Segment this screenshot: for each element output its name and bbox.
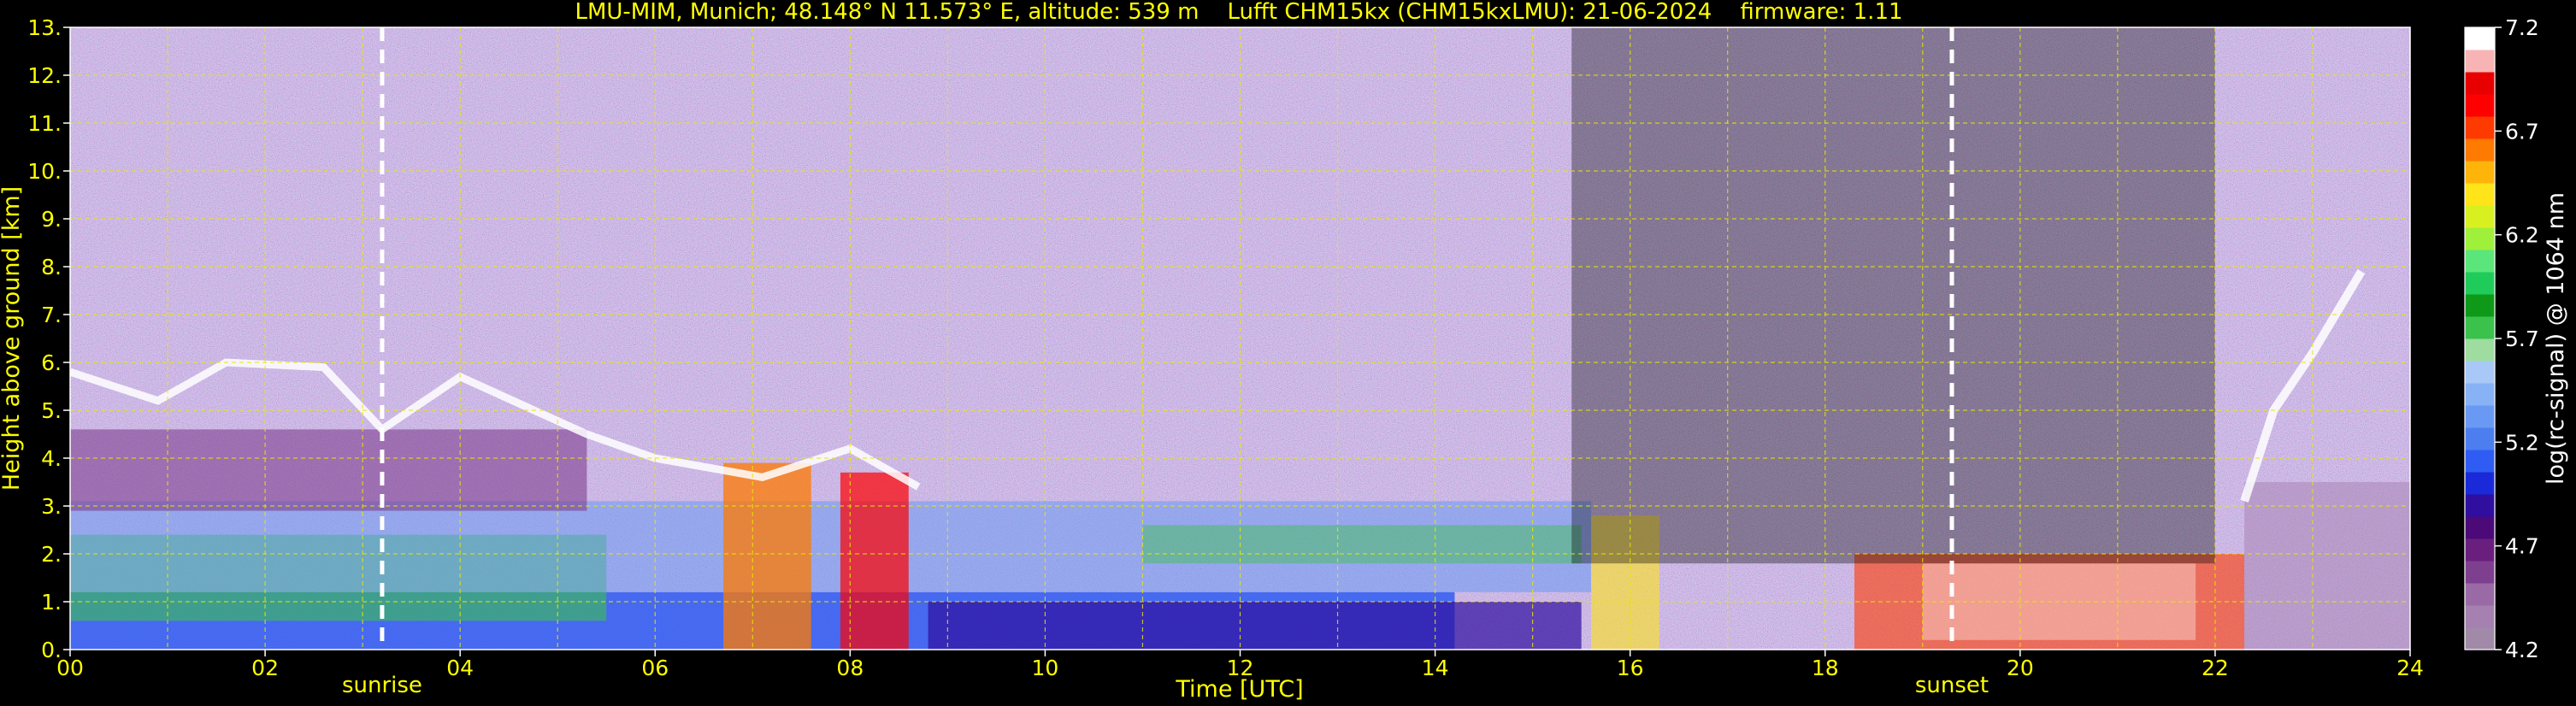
y-tick-label: 6. — [41, 350, 62, 375]
y-tick-label: 9. — [41, 207, 62, 232]
colorbar-segment — [2465, 538, 2495, 562]
colorbar-tick-label: 4.2 — [2505, 638, 2539, 662]
colorbar-segment — [2465, 494, 2495, 517]
colorbar-segment — [2465, 583, 2495, 606]
colorbar-segment — [2465, 338, 2495, 362]
x-tick-label: 14 — [1422, 656, 1449, 680]
colorbar-segment — [2465, 605, 2495, 628]
plot-area — [69, 26, 2411, 650]
x-axis-label: Time [UTC] — [1175, 676, 1303, 703]
chart-title: LMU-MIM, Munich; 48.148° N 11.573° E, al… — [575, 0, 1902, 25]
y-axis-label: Height above ground [km] — [0, 186, 25, 491]
colorbar-segment — [2465, 72, 2495, 95]
colorbar-segment — [2465, 561, 2495, 584]
colorbar-segment — [2465, 205, 2495, 228]
signal-band-6 — [723, 462, 811, 650]
x-tick-label: 02 — [251, 656, 279, 680]
colorbar-label: log(rc-signal) @ 1064 nm — [2543, 192, 2569, 485]
y-tick-label: 10. — [27, 159, 62, 184]
y-tick-label: 12. — [27, 63, 62, 88]
colorbar-segment — [2465, 627, 2495, 650]
x-tick-label: 22 — [2202, 656, 2229, 680]
colorbar-segment — [2465, 227, 2495, 250]
colorbar-segment — [2465, 450, 2495, 473]
signal-band-12 — [1571, 27, 2215, 564]
y-tick-label: 13. — [27, 15, 62, 40]
colorbar-tick-label: 4.7 — [2505, 534, 2539, 559]
colorbar-segment — [2465, 116, 2495, 139]
x-tick-label: 20 — [2007, 656, 2034, 680]
colorbar-tick-label: 7.2 — [2505, 15, 2539, 40]
y-tick-label: 2. — [41, 542, 62, 567]
colorbar-segment — [2465, 383, 2495, 406]
colorbar-tick-label: 5.2 — [2505, 430, 2539, 455]
sunrise-label: sunrise — [342, 673, 422, 698]
colorbar-segment — [2465, 272, 2495, 295]
ceilometer-chart: LMU-MIM, Munich; 48.148° N 11.573° E, al… — [0, 0, 2569, 703]
colorbar-segment — [2465, 294, 2495, 317]
x-tick-label: 10 — [1032, 656, 1059, 680]
x-tick-label: 16 — [1617, 656, 1644, 680]
colorbar-tick-label: 5.7 — [2505, 327, 2539, 351]
colorbar-segment — [2465, 361, 2495, 384]
y-tick-label: 8. — [41, 255, 62, 279]
y-tick-label: 5. — [41, 398, 62, 423]
x-tick-label: 24 — [2396, 656, 2424, 680]
sunset-label: sunset — [1915, 673, 1989, 698]
signal-band-3 — [70, 429, 587, 511]
colorbar-segment — [2465, 138, 2495, 162]
y-tick-label: 3. — [41, 494, 62, 519]
x-tick-label: 06 — [641, 656, 669, 680]
signal-band-5 — [1142, 525, 1582, 564]
colorbar-segment — [2465, 250, 2495, 273]
colorbar-segment — [2465, 405, 2495, 428]
colorbar-segment — [2465, 183, 2495, 206]
x-tick-label: 08 — [836, 656, 864, 680]
y-tick-label: 7. — [41, 303, 62, 327]
colorbar-segment — [2465, 27, 2495, 50]
signal-band-4 — [928, 602, 1582, 650]
colorbar: 4.2 4.7 5.2 5.7 6.2 6.7 7.2 — [2464, 15, 2539, 662]
y-tick-label: 4. — [41, 446, 62, 471]
colorbar-segment — [2465, 472, 2495, 495]
colorbar-segment — [2465, 316, 2495, 339]
colorbar-segment — [2465, 50, 2495, 73]
y-tick-label: 11. — [27, 111, 62, 136]
x-tick-label: 00 — [56, 656, 84, 680]
x-tick-label: 04 — [446, 656, 474, 680]
colorbar-tick-label: 6.7 — [2505, 119, 2539, 144]
signal-band-11 — [2244, 482, 2410, 650]
colorbar-segment — [2465, 161, 2495, 184]
colorbar-segment — [2465, 516, 2495, 539]
y-tick-label: 1. — [41, 590, 62, 615]
x-tick-label: 18 — [1812, 656, 1839, 680]
colorbar-segment — [2465, 427, 2495, 450]
colorbar-segment — [2465, 94, 2495, 117]
colorbar-tick-label: 6.2 — [2505, 223, 2539, 248]
